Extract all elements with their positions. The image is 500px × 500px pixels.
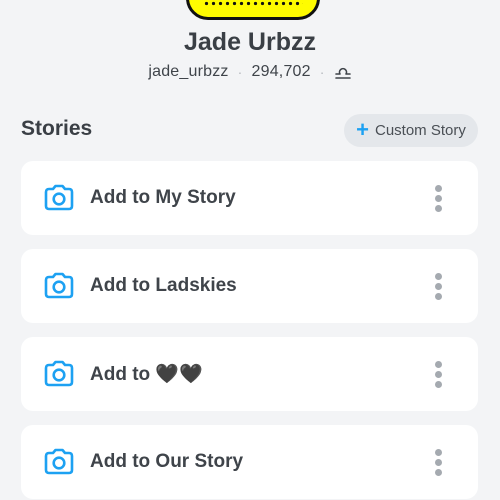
libra-icon[interactable] xyxy=(334,64,352,80)
camera-icon xyxy=(44,448,74,475)
snapcode[interactable] xyxy=(186,0,320,20)
story-item-label: Add to My Story xyxy=(90,187,236,208)
profile-score[interactable]: 294,702 xyxy=(252,63,311,81)
story-item-ladskies[interactable]: Add to Ladskies xyxy=(21,249,478,323)
more-options-icon[interactable] xyxy=(426,356,450,392)
meta-separator: · xyxy=(319,64,325,80)
more-options-icon[interactable] xyxy=(426,268,450,304)
camera-icon xyxy=(44,360,74,387)
more-options-icon[interactable] xyxy=(426,444,450,480)
profile-meta: jade_urbzz · 294,702 · xyxy=(0,63,500,81)
more-options-icon[interactable] xyxy=(426,180,450,216)
profile-username: jade_urbzz xyxy=(148,63,229,80)
story-item-label: Add to Our Story xyxy=(90,451,244,472)
camera-icon xyxy=(44,184,74,211)
story-item-hearts[interactable]: Add to 🖤🖤 xyxy=(21,337,478,411)
plus-icon: + xyxy=(356,116,369,142)
story-item-label: Add to 🖤🖤 xyxy=(90,364,203,385)
snapcode-dots xyxy=(203,0,303,7)
meta-separator: · xyxy=(237,64,243,80)
custom-story-button[interactable]: + Custom Story xyxy=(344,114,478,147)
camera-icon xyxy=(44,272,74,299)
story-item-our-story[interactable]: Add to Our Story xyxy=(21,425,478,499)
profile-display-name: Jade Urbzz xyxy=(184,28,316,56)
story-item-label: Add to Ladskies xyxy=(90,275,237,296)
custom-story-label: Custom Story xyxy=(375,122,466,139)
story-item-my-story[interactable]: Add to My Story xyxy=(21,161,478,235)
stories-section-title: Stories xyxy=(21,117,93,140)
